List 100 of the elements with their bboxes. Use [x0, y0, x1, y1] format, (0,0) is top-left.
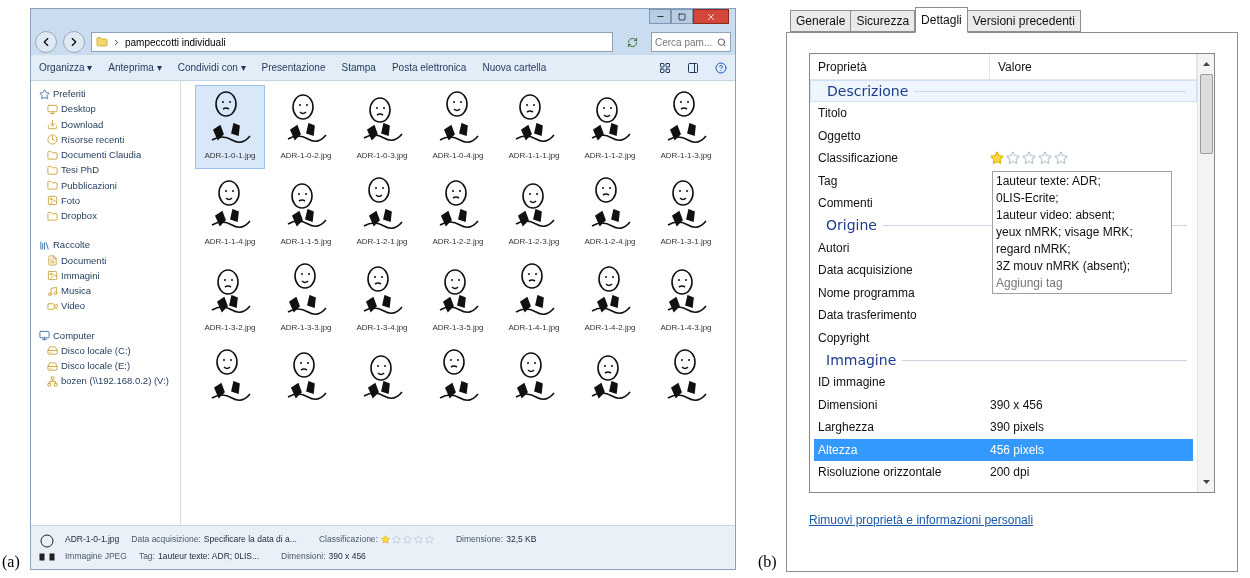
group-icon — [39, 88, 50, 100]
property-name[interactable]: Commenti — [814, 192, 990, 215]
toolbar-button[interactable]: Presentazione — [261, 60, 326, 75]
toolbar-button[interactable]: Anteprima ▾ — [108, 60, 162, 75]
maximize-icon — [678, 12, 686, 21]
item-icon — [47, 300, 58, 312]
item-icon — [47, 195, 58, 207]
nav-item[interactable]: Foto — [39, 193, 180, 208]
property-name[interactable]: Data acquisizione — [814, 259, 990, 282]
file-item[interactable]: ADR-1-1-2.jpg — [575, 85, 645, 169]
toolbar-button[interactable]: Posta elettronica — [391, 60, 467, 75]
view-icon[interactable] — [659, 61, 671, 74]
file-item[interactable]: ADR-1-0-4.jpg — [423, 85, 493, 169]
toolbar-button[interactable]: Condividi con ▾ — [177, 60, 246, 75]
column-header[interactable]: Proprietà — [810, 54, 990, 79]
panel-caption: (a) — [2, 552, 21, 573]
property-name[interactable]: Nome programma — [814, 281, 990, 304]
rating-stars[interactable] — [990, 151, 1068, 166]
property-value: Specificare la data di a... — [203, 532, 297, 546]
nav-item[interactable]: Disco locale (C:) — [39, 343, 180, 358]
nav-group[interactable]: Computer — [39, 328, 180, 343]
nav-item[interactable]: Pubblicazioni — [39, 178, 180, 193]
item-icon — [47, 180, 58, 192]
nav-group[interactable]: Preferiti — [39, 87, 180, 102]
file-item[interactable]: ADR-1-1-4.jpg — [195, 171, 265, 255]
tag-input[interactable]: 1auteur texte: ADR; 0LIS-Ecrite; 1auteur video: absent; yeux nMRK; visage MRK; regard nMRK; 3Z mouv nMRK (absent); Aggiungi tag — [992, 170, 1172, 294]
nav-item[interactable]: Tesi PhD — [39, 163, 180, 178]
property-name[interactable]: Larghezza — [814, 416, 990, 439]
toolbar-button[interactable]: Stampa — [341, 60, 376, 75]
scroll-up-icon[interactable] — [1202, 62, 1210, 66]
file-item[interactable]: ADR-1-2-2.jpg — [423, 171, 493, 255]
tab[interactable]: Sicurezza — [851, 10, 916, 32]
item-icon — [47, 375, 58, 387]
file-item[interactable]: ADR-1-3-1.jpg — [651, 171, 721, 255]
file-item[interactable]: ADR-1-4-1.jpg — [499, 257, 569, 341]
property-name[interactable]: ID immagine — [814, 371, 990, 394]
property-name[interactable]: Copyright — [814, 326, 990, 349]
property-name[interactable]: Classificazione — [814, 147, 990, 170]
nav-item[interactable]: Documenti — [39, 253, 180, 268]
close-button[interactable] — [693, 9, 729, 24]
tab[interactable]: Generale — [790, 10, 852, 32]
star-icon — [1054, 151, 1068, 166]
star-icon — [402, 534, 412, 544]
property-name[interactable]: Titolo — [814, 102, 990, 125]
property-name[interactable]: Autori — [814, 236, 990, 259]
group-icon — [39, 239, 50, 251]
property-name[interactable]: Oggetto — [814, 124, 990, 147]
file-item[interactable]: ADR-1-1-5.jpg — [271, 171, 341, 255]
file-item[interactable]: ADR-1-0-3.jpg — [347, 85, 417, 169]
search-field[interactable]: Cerca pam... — [651, 32, 731, 52]
nav-item[interactable]: Download — [39, 117, 180, 132]
nav-item[interactable]: Desktop — [39, 102, 180, 117]
remove-properties-link[interactable]: Rimuovi proprietà e informazioni personali — [809, 511, 1215, 529]
file-item[interactable]: ADR-1-1-1.jpg — [499, 85, 569, 169]
file-item[interactable]: ADR-1-2-3.jpg — [499, 171, 569, 255]
tab[interactable]: Versioni precedenti — [967, 10, 1081, 32]
nav-item[interactable]: Risorse recenti — [39, 132, 180, 147]
file-item[interactable]: ADR-1-3-5.jpg — [423, 257, 493, 341]
file-item[interactable]: ADR-1-2-4.jpg — [575, 171, 645, 255]
tab[interactable]: Dettagli — [915, 7, 968, 33]
file-item[interactable]: ADR-1-1-3.jpg — [651, 85, 721, 169]
file-item[interactable]: ADR-1-0-2.jpg — [271, 85, 341, 169]
nav-item[interactable]: Documenti Claudia — [39, 148, 180, 163]
nav-item[interactable]: Video — [39, 299, 180, 314]
scroll-down-icon[interactable] — [1202, 480, 1210, 484]
help-icon[interactable] — [715, 61, 727, 74]
file-item[interactable]: ADR-1-3-3.jpg — [271, 257, 341, 341]
nav-item[interactable]: bozen (\\192.168.0.2) (V:) — [39, 374, 180, 389]
star-icon — [990, 151, 1004, 166]
nav-item[interactable]: Dropbox — [39, 209, 180, 224]
folder-icon — [96, 36, 108, 48]
back-button[interactable] — [35, 31, 57, 53]
address-bar[interactable]: pampeccotti individuali — [91, 32, 613, 52]
file-item[interactable]: ADR-1-3-2.jpg — [195, 257, 265, 341]
item-icon — [47, 134, 58, 146]
star-icon — [1006, 151, 1020, 166]
preview-pane-icon[interactable] — [687, 61, 699, 74]
nav-item[interactable]: Immagini — [39, 268, 180, 283]
property-name[interactable]: Dimensioni — [814, 393, 990, 416]
file-item[interactable]: ADR-1-4-2.jpg — [575, 257, 645, 341]
toolbar-button[interactable]: Nuova cartella — [482, 60, 547, 75]
item-icon — [47, 285, 58, 297]
file-item[interactable]: ADR-1-3-4.jpg — [347, 257, 417, 341]
nav-item[interactable]: Disco locale (E:) — [39, 359, 180, 374]
property-name[interactable]: Data trasferimento — [814, 304, 990, 327]
nav-group[interactable]: Raccolte — [39, 238, 180, 253]
close-icon — [706, 11, 716, 22]
property-name[interactable]: Risoluzione orizzontale — [814, 461, 990, 484]
star-icon — [1038, 151, 1052, 166]
scroll-thumb[interactable] — [1199, 74, 1213, 154]
scrollbar[interactable] — [1197, 54, 1214, 492]
property-name[interactable]: Tag — [814, 169, 990, 192]
file-item[interactable]: ADR-1-0-1.jpg — [195, 85, 265, 169]
file-item[interactable]: ADR-1-2-1.jpg — [347, 171, 417, 255]
toolbar-button[interactable]: Organizza ▾ — [39, 60, 93, 75]
nav-item[interactable]: Musica — [39, 284, 180, 299]
rating-stars[interactable] — [380, 534, 434, 544]
forward-button[interactable] — [63, 31, 85, 53]
section-title: Descrizione — [827, 81, 909, 101]
file-item[interactable]: ADR-1-4-3.jpg — [651, 257, 721, 341]
